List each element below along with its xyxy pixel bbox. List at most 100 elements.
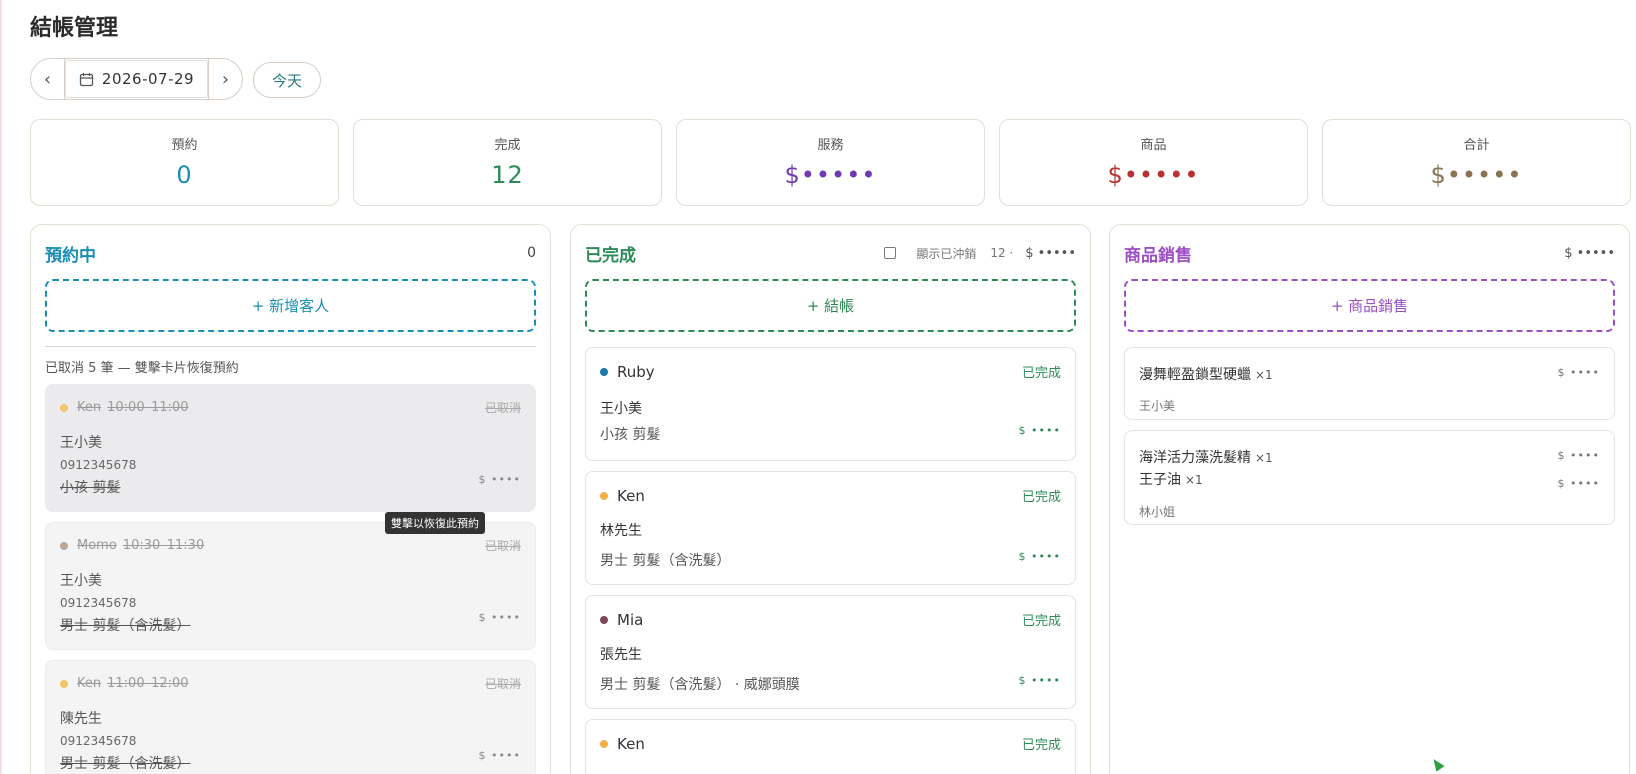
next-day-button[interactable]: › [208,59,242,99]
checkout-button[interactable]: + 結帳 [585,279,1076,332]
stylist-dot [600,367,608,376]
status-label: 已完成 [1021,366,1061,381]
column-reserved: 預約中 0 + 新增客人 已取消 5 筆 — 雙擊卡片恢復預約 Ken 10:0… [30,224,551,774]
product-price: $ •••• [1557,477,1600,490]
service-name: 男士 剪髮（含洗髮） · 威娜頭膜 [600,677,800,693]
column-products: 商品銷售 $ ••••• + 商品銷售 漫舞輕盈鎖型硬蠟 ×1 $ •••• 王小… [1109,224,1630,774]
stat-label: 服務 [817,138,844,153]
completed-card[interactable]: Ken 已完成 [585,719,1076,774]
stat-total: 合計 $••••• [1322,119,1631,206]
stat-label: 預約 [171,138,198,153]
product-name: 海洋活力藻洗髮精 [1139,450,1251,466]
stylist-dot [600,491,608,500]
price: $ •••• [478,611,521,624]
show-void-label: 顯示已沖銷 [916,246,977,261]
customer-name: 林先生 [600,523,642,539]
prev-day-button[interactable]: ‹ [31,59,65,99]
stat-value: $••••• [784,161,877,189]
stat-value: $••••• [1107,161,1200,189]
cancelled-booking-card[interactable]: Ken 11:00–12:00 已取消 陳先生 0912345678 男士 剪髮… [45,660,536,774]
product-qty: ×1 [1185,473,1203,487]
date-picker[interactable]: 2026-07-29 [65,60,208,98]
customer-name: 張先生 [600,647,642,663]
stat-label: 合計 [1463,138,1490,153]
cancelled-note: 已取消 5 筆 — 雙擊卡片恢復預約 [45,361,239,376]
product-qty: ×1 [1255,451,1273,465]
product-item: 王子油 ×1 [1139,469,1203,489]
stylist-dot [60,541,68,550]
column-header: 預約中 0 [45,242,536,266]
stylist-name: Ken [617,486,645,505]
stat-reserved: 預約 0 [30,119,339,206]
stat-value: $••••• [1430,161,1523,189]
stylist-name: Ken [617,734,645,753]
date-navigator: ‹ 2026-07-29 › [30,58,243,100]
customer-name: 王小美 [60,573,102,589]
divider [45,346,536,347]
buyer-name: 王小美 [1139,399,1176,413]
booking-time: 10:30–11:30 [122,538,205,553]
customer-phone: 0912345678 [60,734,137,748]
product-sale-button[interactable]: + 商品銷售 [1124,279,1615,332]
booking-time: 11:00–12:00 [107,676,189,691]
service-name: 男士 剪髮（含洗髮） [60,756,191,772]
column-count: 0 [527,245,536,261]
customer-name: 王小美 [60,435,102,451]
column-title: 已完成 [585,245,636,266]
show-void-toggle[interactable]: 顯示已沖銷 12 · $ ••••• [884,245,1076,262]
stat-value: 0 [176,161,193,189]
stat-products: 商品 $••••• [999,119,1308,206]
customer-phone: 0912345678 [60,458,137,472]
product-price: $ •••• [1557,449,1600,462]
stylist-dot [600,739,608,748]
stat-value: 12 [491,161,524,189]
booking-time: 10:00–11:00 [107,400,189,415]
status-label: 已完成 [1021,614,1061,629]
customer-phone: 0912345678 [60,596,137,610]
service-name: 男士 剪髮（含洗髮） [600,553,731,569]
customer-name: 陳先生 [60,711,102,727]
product-sale-card[interactable]: 漫舞輕盈鎖型硬蠟 ×1 $ •••• 王小美 [1124,347,1615,420]
column-total: $ ••••• [1025,245,1076,261]
customer-name: 王小美 [600,401,642,417]
price: $ •••• [1018,424,1061,437]
status-label: 已取消 [484,539,521,553]
product-price: $ •••• [1557,366,1600,379]
buyer-name: 林小姐 [1139,505,1176,519]
stat-service: 服務 $••••• [676,119,985,206]
add-customer-button[interactable]: + 新增客人 [45,279,536,332]
column-total: $ ••••• [1564,245,1615,261]
stat-completed: 完成 12 [353,119,662,206]
column-title: 商品銷售 [1124,245,1192,266]
stylist-name: Ruby [617,362,655,381]
cancelled-booking-card[interactable]: Ken 10:00–11:00 已取消 王小美 0912345678 小孩 剪髮… [45,384,536,512]
column-header: 商品銷售 $ ••••• [1124,242,1615,266]
cancelled-booking-card[interactable]: Momo 10:30–11:30 已取消 王小美 0912345678 男士 剪… [45,522,536,650]
page-title: 結帳管理 [30,16,119,41]
column-header: 已完成 顯示已沖銷 12 · $ ••••• [585,242,1076,266]
today-button[interactable]: 今天 [253,62,321,98]
completed-card[interactable]: Ken 已完成 林先生 男士 剪髮（含洗髮） $ •••• [585,471,1076,585]
completed-card[interactable]: Ruby 已完成 王小美 小孩 剪髮 $ •••• [585,347,1076,461]
date-value: 2026-07-29 [101,70,195,88]
product-name: 漫舞輕盈鎖型硬蠟 [1139,367,1251,383]
status-label: 已取消 [484,677,521,691]
service-name: 男士 剪髮（含洗髮） [60,618,191,634]
show-void-checkbox[interactable] [884,247,897,259]
stylist-name: Ken [77,676,102,691]
stat-label: 商品 [1140,138,1167,153]
price: $ •••• [1018,550,1061,563]
completed-card[interactable]: Mia 已完成 張先生 男士 剪髮（含洗髮） · 威娜頭膜 $ •••• [585,595,1076,709]
stylist-dot [60,403,68,412]
column-count: 12 · [990,246,1014,260]
stylist-dot [600,615,608,624]
column-completed: 已完成 顯示已沖銷 12 · $ ••••• + 結帳 Ruby 已完成 王小美… [570,224,1091,774]
service-name: 小孩 剪髮 [60,480,121,496]
product-name: 王子油 [1139,472,1181,488]
product-item: 海洋活力藻洗髮精 ×1 [1139,447,1273,467]
status-label: 已完成 [1021,738,1061,753]
price: $ •••• [478,473,521,486]
price: $ •••• [478,749,521,762]
product-sale-card[interactable]: 海洋活力藻洗髮精 ×1 $ •••• 王子油 ×1 $ •••• 林小姐 [1124,430,1615,525]
calendar-icon [79,72,94,87]
